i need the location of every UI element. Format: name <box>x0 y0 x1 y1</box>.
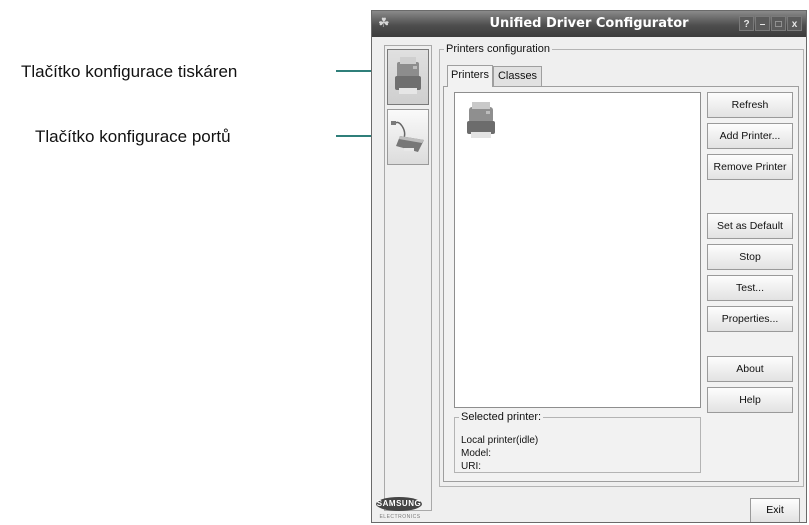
printer-uri-label: URI: <box>461 461 481 472</box>
list-item[interactable] <box>461 99 501 143</box>
callout-printers-config: Tlačítko konfigurace tiskáren <box>21 62 238 81</box>
port-icon <box>391 121 424 152</box>
minimize-button[interactable]: – <box>755 16 770 31</box>
add-printer-button[interactable]: Add Printer... <box>707 123 793 149</box>
exit-button[interactable]: Exit <box>750 498 800 522</box>
printers-config-button[interactable] <box>387 49 429 105</box>
title-bar: ☘ Unified Driver Configurator ? – □ x <box>372 11 806 37</box>
logo-text: SAMSUNG <box>376 497 422 511</box>
ports-config-button[interactable] <box>387 109 429 165</box>
remove-printer-button[interactable]: Remove Printer <box>707 154 793 180</box>
callout-ports-config: Tlačítko konfigurace portů <box>35 127 231 146</box>
help-title-button[interactable]: ? <box>739 16 754 31</box>
selected-printer-legend: Selected printer: <box>461 411 542 423</box>
test-button[interactable]: Test... <box>707 275 793 301</box>
printer-list[interactable] <box>454 92 701 408</box>
logo-subtext: ELECTRONICS <box>379 514 421 520</box>
tool-panel <box>384 45 432 511</box>
printers-tab-pane: Refresh Add Printer... Remove Printer Se… <box>443 86 799 482</box>
maximize-button[interactable]: □ <box>771 16 786 31</box>
samsung-logo: SAMSUNG ELECTRONICS <box>372 497 428 520</box>
close-button[interactable]: x <box>787 16 802 31</box>
stop-button[interactable]: Stop <box>707 244 793 270</box>
properties-button[interactable]: Properties... <box>707 306 793 332</box>
about-button[interactable]: About <box>707 356 793 382</box>
tab-classes[interactable]: Classes <box>493 66 542 86</box>
printer-icon <box>467 102 495 138</box>
refresh-button[interactable]: Refresh <box>707 92 793 118</box>
printer-model-label: Model: <box>461 448 492 459</box>
app-window: ☘ Unified Driver Configurator ? – □ x SA… <box>371 10 807 523</box>
help-button[interactable]: Help <box>707 387 793 413</box>
printers-configuration-legend: Printers configuration <box>446 43 550 55</box>
tab-printers[interactable]: Printers <box>447 65 493 87</box>
set-as-default-button[interactable]: Set as Default <box>707 213 793 239</box>
selected-printer-group: Selected printer: Local printer(idle) Mo… <box>454 411 701 473</box>
printer-icon <box>395 57 421 94</box>
printer-status: Local printer(idle) <box>461 435 539 446</box>
